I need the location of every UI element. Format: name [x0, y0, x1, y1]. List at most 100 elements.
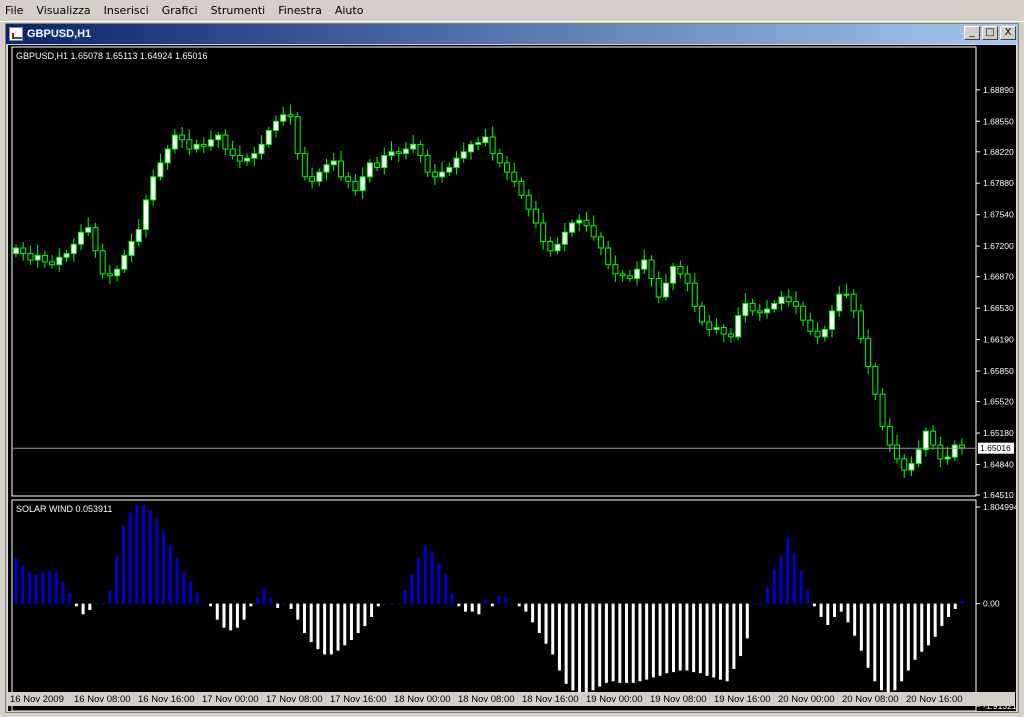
time-label: 17 Nov 08:00	[266, 694, 323, 705]
candle-body	[316, 171, 323, 182]
candle-body	[85, 227, 92, 233]
candle-body	[850, 293, 857, 312]
indicator-bar	[115, 556, 119, 604]
close-button[interactable]: X	[1000, 26, 1016, 40]
menu-view[interactable]: Visualizza	[31, 0, 98, 21]
minimize-button[interactable]: _	[964, 26, 980, 40]
indicator-bar	[209, 603, 213, 607]
candle-body	[114, 268, 121, 277]
indicator-bar	[276, 603, 280, 608]
indicator-bar	[698, 603, 702, 674]
candle-body	[272, 120, 279, 132]
window-titlebar[interactable]: GBPUSD,H1 _ □ X	[6, 24, 1018, 44]
indicator-bar	[705, 603, 709, 676]
candle-body	[605, 247, 612, 266]
indicator-bar	[658, 603, 662, 676]
indicator-bar	[162, 531, 166, 604]
current-price-label: 1.65016	[978, 442, 1014, 454]
indicator-bar	[302, 603, 306, 634]
menu-charts[interactable]: Grafici	[157, 0, 206, 21]
candle-body	[337, 160, 344, 178]
indicator-bar	[21, 565, 25, 604]
menu-tools[interactable]: Strumenti	[206, 0, 274, 21]
indicator-bar	[155, 519, 159, 604]
candle-body	[908, 463, 915, 471]
candle-body	[424, 154, 431, 173]
indicator-bar	[859, 603, 863, 651]
candle-body	[655, 278, 662, 298]
menu-file[interactable]: File	[0, 0, 31, 21]
candle-body	[764, 308, 771, 314]
candle-body	[309, 176, 316, 182]
indicator-bar	[960, 600, 964, 604]
indicator-bar	[396, 603, 400, 605]
price-header: GBPUSD,H1 1.65078 1.65113 1.64924 1.6501…	[16, 51, 207, 61]
candle-body	[894, 444, 901, 460]
candle-body	[496, 153, 503, 164]
candle-body	[34, 254, 41, 261]
indicator-bar	[718, 603, 722, 680]
candle-body	[489, 136, 496, 155]
candle-body	[179, 134, 186, 141]
indicator-bar	[873, 603, 877, 682]
candle-body	[612, 264, 619, 275]
indicator-bar	[14, 558, 18, 604]
candle-body	[20, 247, 27, 255]
indicator-bar	[578, 603, 582, 695]
candle-body	[901, 458, 908, 471]
candle-body	[951, 444, 958, 458]
chart-svg[interactable]: GBPUSD,H1 1.65078 1.65113 1.64924 1.6501…	[8, 45, 1021, 713]
window-controls: _ □ X	[964, 26, 1016, 40]
indicator-bar	[108, 590, 112, 604]
indicator-bar	[202, 603, 206, 605]
candle-body	[359, 176, 366, 192]
candle-body	[157, 162, 164, 178]
time-label: 16 Nov 2009	[10, 694, 64, 705]
candle-body	[561, 231, 568, 245]
indicator-bar	[631, 603, 635, 683]
window-title: GBPUSD,H1	[27, 28, 92, 40]
indicator-bar	[54, 571, 58, 604]
candle-body	[92, 227, 99, 252]
indicator-bar	[739, 603, 743, 657]
indicator-bar	[584, 603, 588, 695]
indicator-bar	[752, 603, 756, 605]
candle-body	[193, 143, 200, 150]
price-tick-label: 1.66870	[983, 272, 1014, 282]
menu-insert[interactable]: Inserisci	[99, 0, 157, 21]
indicator-axis: 1.8049940.00-1.913211	[976, 502, 1021, 711]
indicator-bar	[598, 603, 602, 687]
candle-body	[323, 164, 330, 173]
indicator-bar	[61, 581, 65, 604]
indicator-bar	[27, 571, 31, 604]
indicator-bar	[900, 603, 904, 682]
indicator-bar	[296, 603, 300, 620]
candle-body	[13, 247, 19, 255]
candle-body	[453, 157, 460, 169]
indicator-bar	[464, 603, 468, 612]
indicator-bar	[625, 603, 629, 683]
indicator-bar	[678, 603, 682, 671]
candle-body	[77, 231, 84, 245]
menu-help[interactable]: Aiuto	[330, 0, 372, 21]
restore-button[interactable]: □	[982, 26, 998, 40]
indicator-bar	[799, 570, 803, 604]
candle-body	[135, 228, 142, 243]
indicator-bar	[356, 603, 360, 634]
indicator-bar	[182, 571, 186, 604]
candle-body	[922, 430, 929, 451]
candle-body	[684, 273, 691, 284]
time-label: 16 Nov 16:00	[138, 694, 195, 705]
menu-window[interactable]: Finestra	[273, 0, 330, 21]
indicator-bar	[443, 574, 447, 604]
chart-window: GBPUSD,H1 _ □ X GBPUSD,H1 1.65078 1.6511…	[5, 23, 1021, 713]
indicator-bar	[470, 603, 474, 612]
indicator-bar	[336, 603, 340, 651]
chart-area[interactable]: GBPUSD,H1 1.65078 1.65113 1.64924 1.6501…	[8, 45, 1021, 713]
candle-body	[713, 327, 720, 330]
candle-body	[99, 250, 106, 275]
indicator-bar	[410, 574, 414, 604]
candle-body	[70, 243, 77, 255]
candle-body	[511, 171, 518, 182]
price-tick-label: 1.64840	[983, 459, 1014, 469]
